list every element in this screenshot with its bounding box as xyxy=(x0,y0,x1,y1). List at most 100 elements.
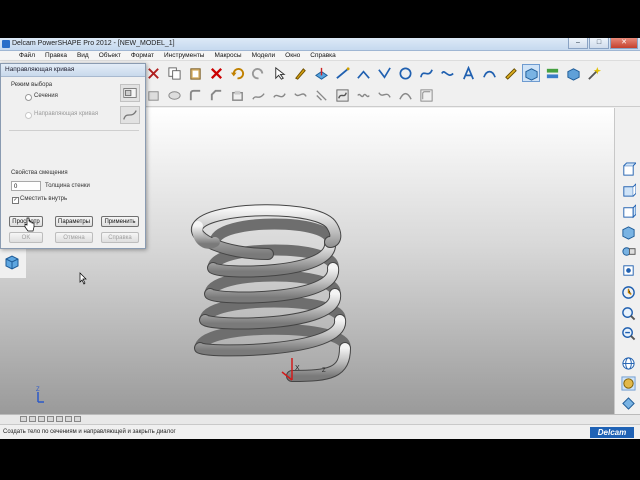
view-right-icon[interactable] xyxy=(619,202,637,220)
mouse-cursor-icon xyxy=(79,272,87,285)
fillet-icon[interactable] xyxy=(186,87,204,105)
dialog-title-bar: Направляющая кривая xyxy=(1,64,145,77)
menu-models[interactable]: Модели xyxy=(247,51,281,60)
mini-icon-6[interactable] xyxy=(65,416,72,422)
radio-guide-curve-label: Направляющая кривая xyxy=(34,111,99,117)
extrude-icon[interactable] xyxy=(144,87,162,105)
assembly-icon[interactable] xyxy=(543,64,561,82)
close-button[interactable]: ✕ xyxy=(610,38,638,49)
help-button[interactable]: Справка xyxy=(101,232,139,243)
window-title: Delcam PowerSHAPE Pro 2012 - [NEW_MODEL_… xyxy=(12,40,175,47)
offset-curve-icon[interactable] xyxy=(375,87,393,105)
window-controls: – □ ✕ xyxy=(568,38,638,49)
sections-mode-icon[interactable] xyxy=(120,84,140,102)
pen-icon[interactable] xyxy=(291,64,309,82)
offset-properties-label: Свойства смещения xyxy=(11,170,68,176)
view-top-icon[interactable] xyxy=(619,160,637,178)
zoom-in-icon[interactable] xyxy=(619,304,637,322)
loft-icon[interactable] xyxy=(249,87,267,105)
surface-icon[interactable] xyxy=(480,64,498,82)
menu-object[interactable]: Объект xyxy=(94,51,126,60)
wall-thickness-label: Толщина стенки xyxy=(45,183,90,189)
view-iso-icon[interactable] xyxy=(619,223,637,241)
guide-curve-mode-icon[interactable] xyxy=(120,106,140,124)
radio-guide-curve[interactable] xyxy=(25,112,32,119)
dialog-title: Направляющая кривая xyxy=(5,66,75,73)
undo-icon[interactable] xyxy=(228,64,246,82)
offset-inside-checkbox[interactable]: ✓ xyxy=(12,197,19,204)
cancel-button[interactable]: Отмена xyxy=(55,232,93,243)
mini-icon-2[interactable] xyxy=(29,416,36,422)
menu-view[interactable]: Вид xyxy=(72,51,94,60)
spline-icon[interactable] xyxy=(438,64,456,82)
apply-button[interactable]: Применить xyxy=(101,216,139,227)
mini-icon-4[interactable] xyxy=(47,416,54,422)
shell-icon[interactable] xyxy=(228,87,246,105)
axis-z-label: Z xyxy=(322,368,326,374)
rotate-view-icon[interactable] xyxy=(619,283,637,301)
select-icon[interactable] xyxy=(270,64,288,82)
zoom-out-icon[interactable] xyxy=(619,324,637,342)
main-toolbar xyxy=(140,62,640,84)
paste-icon[interactable] xyxy=(186,64,204,82)
arc-icon[interactable] xyxy=(375,64,393,82)
drive-curve-icon[interactable] xyxy=(270,87,288,105)
globe-icon[interactable] xyxy=(619,354,637,372)
mini-icon-3[interactable] xyxy=(38,416,45,422)
workplane-icon[interactable] xyxy=(312,64,330,82)
mini-icon-7[interactable] xyxy=(74,416,81,422)
blend-icon[interactable] xyxy=(312,87,330,105)
sweep-icon[interactable] xyxy=(291,87,309,105)
delete-icon[interactable] xyxy=(207,64,225,82)
mini-icon-5[interactable] xyxy=(56,416,63,422)
wave-icon[interactable] xyxy=(354,87,372,105)
menu-bar: Файл Правка Вид Объект Формат Инструмент… xyxy=(0,51,640,61)
solid-toolbar xyxy=(140,85,640,107)
shaded-view-icon[interactable] xyxy=(619,374,637,392)
selection-mode-label: Режим выбора xyxy=(11,82,53,88)
dialog-separator xyxy=(9,130,139,131)
mesh-icon[interactable] xyxy=(564,64,582,82)
circle-icon[interactable] xyxy=(396,64,414,82)
menu-macros[interactable]: Макросы xyxy=(209,51,246,60)
ok-button[interactable]: OK xyxy=(9,232,43,243)
radio-sections[interactable] xyxy=(25,94,32,101)
cut-icon[interactable] xyxy=(144,64,162,82)
solid-icon[interactable] xyxy=(522,64,540,82)
mini-icon-strip xyxy=(0,414,640,424)
copy-icon[interactable] xyxy=(165,64,183,82)
parameters-button[interactable]: Параметры xyxy=(55,216,93,227)
guide-curve-dialog: Направляющая кривая Режим выбора Сечения… xyxy=(0,63,146,249)
revolve-icon[interactable] xyxy=(165,87,183,105)
redo-icon[interactable] xyxy=(249,64,267,82)
app-window: Delcam PowerSHAPE Pro 2012 - [NEW_MODEL_… xyxy=(0,38,640,439)
solid-edit-icon[interactable] xyxy=(501,64,519,82)
menu-file[interactable]: Файл xyxy=(14,51,40,60)
menu-edit[interactable]: Правка xyxy=(40,51,72,60)
wireframe-view-icon[interactable] xyxy=(619,394,637,412)
menu-format[interactable]: Формат xyxy=(126,51,159,60)
radio-sections-label: Сечения xyxy=(34,93,58,99)
wizard-icon[interactable] xyxy=(585,64,603,82)
curve-icon[interactable] xyxy=(417,64,435,82)
mini-icon-1[interactable] xyxy=(20,416,27,422)
fill-in-icon[interactable] xyxy=(396,87,414,105)
boss-icon[interactable] xyxy=(417,87,435,105)
maximize-button[interactable]: □ xyxy=(589,38,609,49)
view-box-icon[interactable] xyxy=(619,261,637,279)
cube-solid-icon[interactable] xyxy=(4,254,22,272)
chamfer-icon[interactable] xyxy=(207,87,225,105)
minimize-button[interactable]: – xyxy=(568,38,588,49)
right-toolbar xyxy=(614,108,640,414)
solid-guide-icon[interactable] xyxy=(333,87,351,105)
menu-tools[interactable]: Инструменты xyxy=(159,51,210,60)
dimension-icon[interactable] xyxy=(333,64,351,82)
menu-window[interactable]: Окно xyxy=(280,51,305,60)
view-camera-icon[interactable] xyxy=(619,242,637,260)
status-bar: Создать тело по сечениям и направляющей … xyxy=(0,424,640,439)
line-icon[interactable] xyxy=(354,64,372,82)
menu-help[interactable]: Справка xyxy=(305,51,341,60)
wall-thickness-input[interactable]: 0 xyxy=(11,181,41,191)
view-front-icon[interactable] xyxy=(619,181,637,199)
text-icon[interactable] xyxy=(459,64,477,82)
